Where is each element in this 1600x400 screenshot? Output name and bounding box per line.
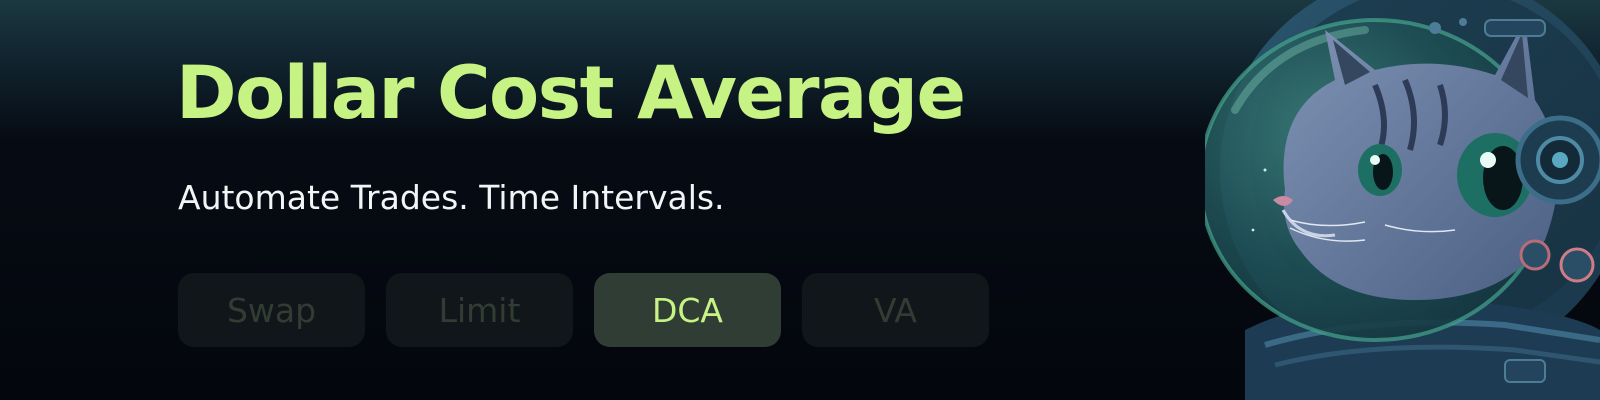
astronaut-cat-icon: [1198, 0, 1600, 400]
page-title: Dollar Cost Average: [176, 51, 966, 136]
tab-dca[interactable]: DCA: [594, 273, 781, 347]
tab-limit[interactable]: Limit: [386, 273, 573, 347]
dca-banner: Dollar Cost Average Automate Trades. Tim…: [0, 0, 1600, 400]
page-subtitle: Automate Trades. Time Intervals.: [178, 178, 725, 217]
trade-mode-tabs: Swap Limit DCA VA: [178, 273, 989, 347]
tab-va[interactable]: VA: [802, 273, 989, 347]
tab-swap[interactable]: Swap: [178, 273, 365, 347]
